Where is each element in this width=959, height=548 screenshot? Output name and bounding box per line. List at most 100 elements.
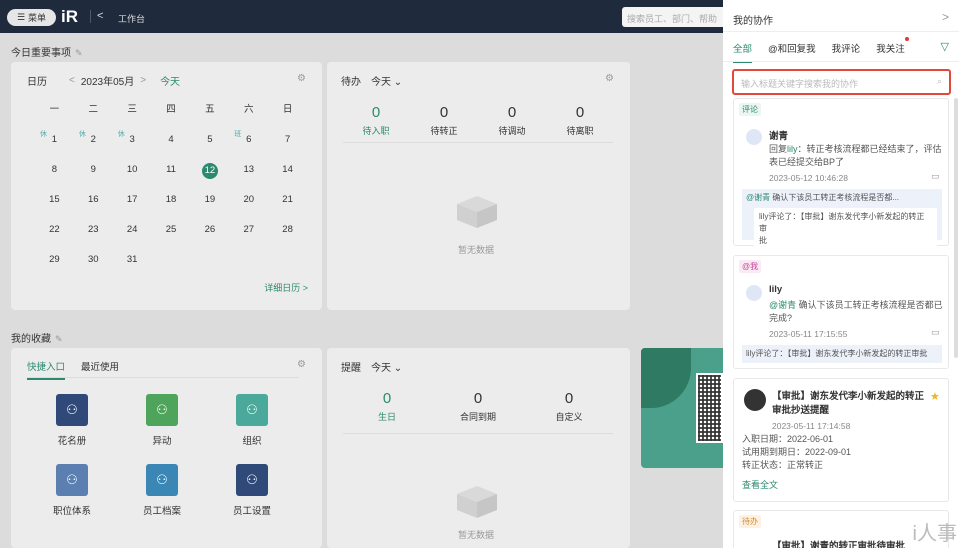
- tab-mentions[interactable]: @和回复我: [768, 41, 816, 63]
- gear-icon[interactable]: ⚙: [297, 359, 306, 370]
- calendar-day[interactable]: 13: [229, 163, 268, 193]
- calendar-day[interactable]: 11: [152, 163, 191, 193]
- calendar-day[interactable]: 18: [152, 193, 191, 223]
- stat-item[interactable]: 0 自定义: [535, 390, 603, 423]
- stat-item[interactable]: 0 待调动: [478, 104, 546, 137]
- menu-label: 菜单: [28, 13, 47, 23]
- tab-my-comments[interactable]: 我评论: [832, 41, 861, 63]
- view-full-link[interactable]: 查看全文: [742, 479, 778, 492]
- stat-item[interactable]: 0 待离职: [546, 104, 614, 137]
- calendar-day[interactable]: 15: [35, 193, 74, 223]
- tab-recent[interactable]: 最近使用: [81, 359, 119, 373]
- calendar-day[interactable]: 16: [74, 193, 113, 223]
- mention-text: @谢青 确认下该员工转正考核流程是否都已 完成?: [769, 299, 944, 325]
- calendar-day[interactable]: 10: [113, 163, 152, 193]
- shortcut-app[interactable]: ⚇ 组织: [222, 394, 282, 447]
- back-icon[interactable]: <: [97, 10, 103, 22]
- calendar-day[interactable]: 23: [74, 223, 113, 253]
- calendar-day[interactable]: 28: [268, 223, 307, 253]
- qr-code-icon[interactable]: [696, 373, 723, 443]
- detail-calendar-link[interactable]: 详细日历 >: [264, 281, 308, 294]
- global-search-input[interactable]: 搜索员工、部门、帮助: [622, 7, 732, 27]
- today-button[interactable]: 今天: [160, 73, 180, 88]
- reply-user-link[interactable]: lily: [787, 144, 798, 154]
- search-placeholder: 输入标题关键字搜索我的协作: [741, 79, 859, 89]
- tab-following[interactable]: 我关注: [876, 37, 909, 63]
- calendar-day[interactable]: 29: [35, 253, 74, 283]
- calendar-day[interactable]: 9: [74, 163, 113, 193]
- stat-item[interactable]: 0 合同到期: [444, 390, 512, 423]
- todo-filter[interactable]: 今天 ⌄: [371, 77, 402, 88]
- list-item[interactable]: @我 lily @谢青 确认下该员工转正考核流程是否都已 完成? 2023-05-…: [733, 255, 949, 369]
- calendar-day[interactable]: 24: [113, 223, 152, 253]
- calendar-day[interactable]: 22: [35, 223, 74, 253]
- quoted-comment[interactable]: @谢青 确认下该员工转正考核流程是否都... lily评论了：【审批】谢东发代李…: [742, 189, 942, 250]
- day-number: 19: [204, 194, 216, 205]
- stat-item[interactable]: 0 待入职: [342, 104, 410, 137]
- calendar-day[interactable]: 21: [268, 193, 307, 223]
- tab-following-label: 我关注: [876, 44, 905, 55]
- calendar-day[interactable]: 20: [229, 193, 268, 223]
- calendar-day[interactable]: 25: [152, 223, 191, 253]
- stat-value: 0: [382, 390, 392, 407]
- calendar-day[interactable]: 17: [113, 193, 152, 223]
- calendar-day[interactable]: 休1: [35, 131, 74, 163]
- day-number: 3: [129, 134, 135, 145]
- quoted-comment[interactable]: lily评论了：【审批】谢东发代李小新发起的转正审批: [742, 345, 942, 363]
- calendar-day[interactable]: 5: [190, 133, 229, 163]
- calendar-day[interactable]: 26: [190, 223, 229, 253]
- filter-icon[interactable]: ▽: [941, 40, 949, 53]
- calendar-day[interactable]: 12: [190, 163, 229, 193]
- prev-month-icon[interactable]: <: [69, 75, 75, 86]
- chevron-right-icon[interactable]: >: [942, 10, 949, 24]
- list-item[interactable]: 评论 谢青 回复lily：转正考核流程都已经结束了，评估 表已经提交给BP了 20…: [733, 98, 949, 250]
- item-title[interactable]: 【审批】谢青的转正审批待审批: [772, 538, 905, 548]
- mention-link[interactable]: @谢青: [769, 300, 796, 310]
- list-item[interactable]: 【审批】谢东发代李小新发起的转正 审批抄送提醒 ★ 2023-05-11 17:1…: [733, 378, 949, 502]
- shortcut-app[interactable]: ⚇ 员工设置: [222, 464, 282, 517]
- edit-icon[interactable]: ✎: [55, 334, 63, 344]
- scrollbar[interactable]: [954, 98, 958, 358]
- calendar-day[interactable]: 7: [268, 133, 307, 163]
- mention-link[interactable]: @谢青: [746, 193, 770, 202]
- stat-item[interactable]: 0 生日: [353, 390, 421, 423]
- calendar-day[interactable]: 27: [229, 223, 268, 253]
- calendar-day[interactable]: 班6: [229, 131, 268, 163]
- menu-button[interactable]: ☰ 菜单: [7, 9, 56, 26]
- app-icon: ⚇: [56, 394, 88, 426]
- calendar-day[interactable]: 31: [113, 253, 152, 283]
- comment-icon[interactable]: ▭: [931, 171, 940, 182]
- timestamp: 2023-05-12 10:46:28: [769, 173, 848, 183]
- calendar-day[interactable]: 14: [268, 163, 307, 193]
- calendar-day[interactable]: 4: [152, 133, 191, 163]
- weekday-row: 一二三四五六日: [35, 103, 307, 133]
- shortcut-app[interactable]: ⚇ 异动: [132, 394, 192, 447]
- calendar-day[interactable]: 19: [190, 193, 229, 223]
- calendar-day[interactable]: 30: [74, 253, 113, 283]
- collab-search-input[interactable]: 输入标题关键字搜索我的协作 ⌕: [732, 69, 951, 95]
- day-number: 21: [282, 194, 293, 205]
- stat-item[interactable]: 0 待转正: [410, 104, 478, 137]
- divider: [90, 10, 91, 23]
- shortcut-app[interactable]: ⚇ 花名册: [42, 394, 102, 447]
- weekday-label: 五: [205, 104, 215, 115]
- field-row: 试用期到期日：2022-09-01: [742, 446, 851, 459]
- calendar-day[interactable]: 休2: [74, 131, 113, 163]
- comment-icon[interactable]: ▭: [931, 327, 940, 338]
- search-icon[interactable]: ⌕: [937, 76, 942, 87]
- item-title[interactable]: 【审批】谢东发代李小新发起的转正 审批抄送提醒: [772, 390, 932, 418]
- promo-banner[interactable]: [641, 348, 723, 468]
- edit-icon[interactable]: ✎: [75, 48, 83, 58]
- shortcut-app[interactable]: ⚇ 员工档案: [132, 464, 192, 517]
- calendar-day[interactable]: 8: [35, 163, 74, 193]
- shortcut-app[interactable]: ⚇ 职位体系: [42, 464, 102, 517]
- gear-icon[interactable]: ⚙: [297, 73, 306, 84]
- calendar-day[interactable]: 休3: [113, 131, 152, 163]
- next-month-icon[interactable]: >: [140, 75, 146, 86]
- gear-icon[interactable]: ⚙: [605, 73, 614, 84]
- app-logo[interactable]: iR: [61, 7, 83, 27]
- mention-badge: @我: [739, 260, 762, 273]
- tab-all[interactable]: 全部: [733, 41, 753, 63]
- star-icon[interactable]: ★: [930, 390, 940, 403]
- reminder-filter[interactable]: 今天 ⌄: [371, 363, 402, 374]
